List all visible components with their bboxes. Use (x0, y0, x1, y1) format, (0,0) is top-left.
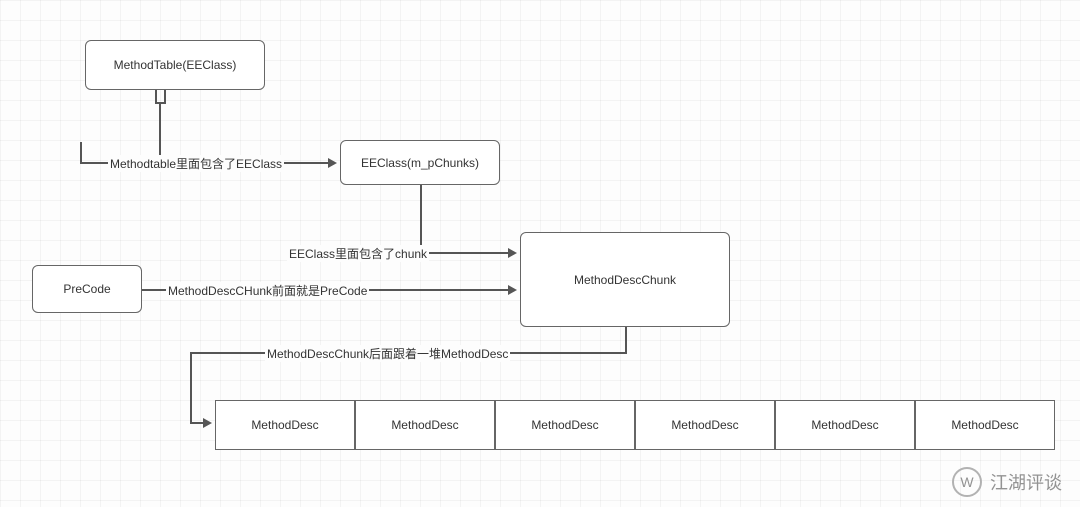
box-methoddesc-6-label: MethodDesc (951, 418, 1018, 432)
box-methoddesc-4-label: MethodDesc (671, 418, 738, 432)
box-method-table-label: MethodTable(EEClass) (114, 58, 237, 72)
edge-mt-eeclass-arrow (328, 158, 337, 168)
box-methoddesc-3: MethodDesc (495, 400, 635, 450)
edge-eeclass-chunk-arrow (508, 248, 517, 258)
edge-mt-eeclass-seg (155, 90, 157, 102)
watermark-text: 江湖评谈 (990, 469, 1062, 495)
edge-chunk-desc-seg (625, 327, 627, 352)
box-method-table: MethodTable(EEClass) (85, 40, 265, 90)
edge-chunk-desc-arrow (203, 418, 212, 428)
edge-mt-eeclass-seg (80, 142, 82, 164)
box-precode: PreCode (32, 265, 142, 313)
watermark: W 江湖评谈 (952, 467, 1062, 497)
box-methoddesc-3-label: MethodDesc (531, 418, 598, 432)
edge-mt-eeclass-seg (164, 90, 166, 102)
box-methoddesc-1-label: MethodDesc (251, 418, 318, 432)
edge-eeclass-chunk-seg (420, 185, 422, 252)
box-methoddesc-2: MethodDesc (355, 400, 495, 450)
box-eeclass: EEClass(m_pChunks) (340, 140, 500, 185)
box-methoddescchunk: MethodDescChunk (520, 232, 730, 327)
box-methoddesc-4: MethodDesc (635, 400, 775, 450)
box-eeclass-label: EEClass(m_pChunks) (361, 156, 479, 170)
box-methoddesc-5-label: MethodDesc (811, 418, 878, 432)
edge-precode-chunk-label: MethodDescCHunk前面就是PreCode (166, 282, 369, 299)
edge-eeclass-chunk-seg (420, 252, 510, 254)
box-methoddesc-2-label: MethodDesc (391, 418, 458, 432)
box-methoddesc-1: MethodDesc (215, 400, 355, 450)
box-methoddesc-5: MethodDesc (775, 400, 915, 450)
box-methoddesc-6: MethodDesc (915, 400, 1055, 450)
box-methoddescchunk-label: MethodDescChunk (574, 273, 676, 287)
edge-mt-eeclass-seg (159, 102, 161, 162)
edge-mt-eeclass-label: Methodtable里面包含了EEClass (108, 155, 284, 172)
box-precode-label: PreCode (63, 282, 110, 296)
edge-eeclass-chunk-label: EEClass里面包含了chunk (287, 245, 429, 262)
edge-precode-chunk-arrow (508, 285, 517, 295)
watermark-icon: W (952, 467, 982, 497)
edge-chunk-desc-label: MethodDescChunk后面跟着一堆MethodDesc (265, 345, 510, 362)
edge-chunk-desc-seg (190, 352, 192, 422)
